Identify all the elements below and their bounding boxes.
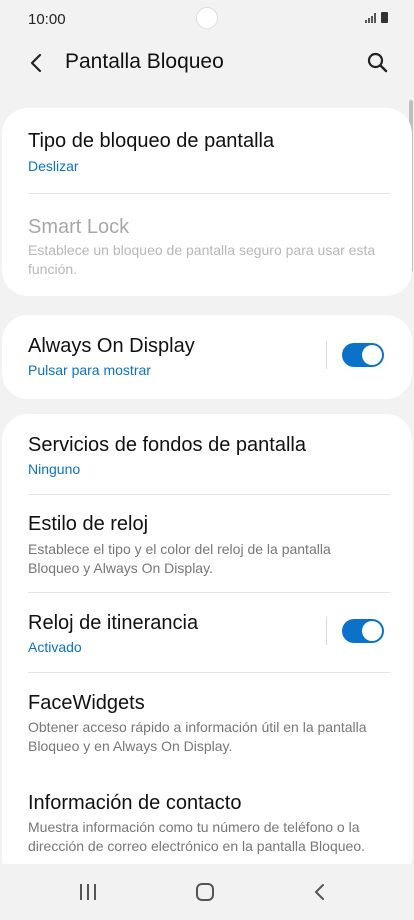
other-settings-card: Servicios de fondos de pantalla Ninguno … <box>2 414 412 884</box>
clock-style-desc: Establece el tipo y el color del reloj d… <box>28 541 331 576</box>
battery-icon <box>381 12 388 23</box>
roaming-clock-item[interactable]: Reloj de itinerancia Activado <box>2 592 412 672</box>
smart-lock-desc: Establece un bloqueo de pantalla seguro … <box>28 242 376 277</box>
recent-apps-icon[interactable] <box>80 884 96 900</box>
aod-value: Pulsar para mostrar <box>28 362 151 378</box>
facewidgets-item[interactable]: FaceWidgets Obtener acceso rápido a info… <box>2 672 412 772</box>
aod-toggle[interactable] <box>342 343 384 367</box>
roaming-clock-toggle[interactable] <box>342 619 384 643</box>
lock-type-value: Deslizar <box>28 158 79 174</box>
wallpaper-services-value: Ninguno <box>28 461 81 477</box>
lock-type-item[interactable]: Tipo de bloqueo de pantalla Deslizar <box>2 108 412 194</box>
aod-item[interactable]: Always On Display Pulsar para mostrar <box>2 315 412 399</box>
search-icon[interactable] <box>366 51 388 73</box>
toggle-knob <box>362 621 382 641</box>
status-time: 10:00 <box>28 10 66 28</box>
aod-card: Always On Display Pulsar para mostrar <box>2 315 412 399</box>
navigation-bar <box>0 864 414 920</box>
front-camera-cutout <box>196 7 218 29</box>
facewidgets-desc: Obtener acceso rápido a información útil… <box>28 719 367 754</box>
lock-settings-card: Tipo de bloqueo de pantalla Deslizar Sma… <box>2 108 412 296</box>
wallpaper-services-title: Servicios de fondos de pantalla <box>28 434 306 456</box>
divider-vertical <box>326 341 327 369</box>
aod-title: Always On Display <box>28 335 195 357</box>
clock-style-title: Estilo de reloj <box>28 513 149 535</box>
page-title: Pantalla Bloqueo <box>65 50 224 73</box>
signal-icon <box>365 13 376 23</box>
contact-info-desc: Muestra información como tu número de te… <box>28 819 365 854</box>
toggle-knob <box>362 345 382 365</box>
roaming-clock-title: Reloj de itinerancia <box>28 612 199 634</box>
back-nav-icon[interactable] <box>312 882 328 902</box>
status-icons <box>365 12 388 23</box>
roaming-clock-value: Activado <box>28 639 82 655</box>
facewidgets-title: FaceWidgets <box>28 692 145 714</box>
smart-lock-title: Smart Lock <box>28 216 130 238</box>
lock-type-title: Tipo de bloqueo de pantalla <box>28 130 275 152</box>
wallpaper-services-item[interactable]: Servicios de fondos de pantalla Ninguno <box>2 414 412 494</box>
home-icon[interactable] <box>196 883 214 901</box>
divider-vertical <box>326 617 327 645</box>
contact-info-title: Información de contacto <box>28 792 242 814</box>
smart-lock-item: Smart Lock Establece un bloqueo de panta… <box>2 194 412 294</box>
clock-style-item[interactable]: Estilo de reloj Establece el tipo y el c… <box>2 494 412 592</box>
app-header: Pantalla Bloqueo <box>0 38 414 90</box>
back-arrow-icon[interactable] <box>26 52 48 74</box>
